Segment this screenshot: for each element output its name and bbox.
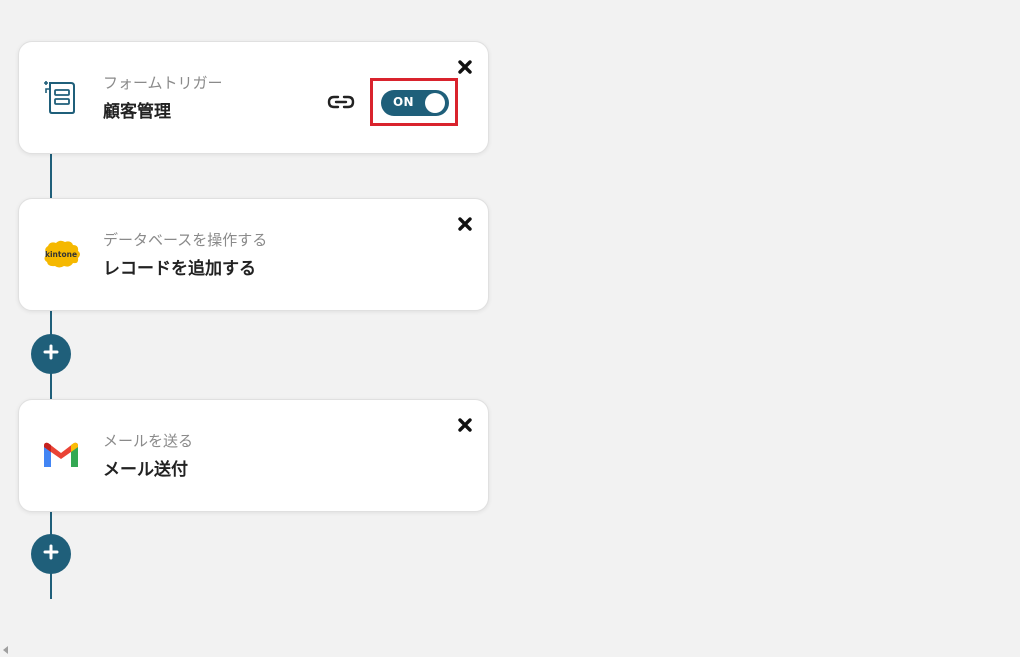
close-icon[interactable]	[456, 215, 474, 233]
step-card-database[interactable]: kintone データベースを操作する レコードを追加する	[18, 198, 489, 311]
step-title: 顧客管理	[103, 102, 171, 122]
add-step-button[interactable]	[31, 334, 71, 374]
kintone-wordmark: kintone	[45, 250, 77, 259]
horizontal-scrollbar[interactable]	[0, 643, 1020, 657]
step-subtitle: フォームトリガー	[103, 74, 223, 92]
step-card-send-mail[interactable]: メールを送る メール送付	[18, 399, 489, 512]
kintone-icon: kintone	[39, 232, 83, 276]
close-icon[interactable]	[456, 58, 474, 76]
flow-connector	[50, 154, 52, 199]
step-subtitle: データベースを操作する	[103, 231, 268, 249]
toggle-label: ON	[393, 95, 414, 109]
link-icon[interactable]	[327, 92, 355, 112]
toggle-knob	[425, 93, 445, 113]
toggle-highlight: ON	[370, 78, 458, 126]
step-title: レコードを追加する	[103, 259, 256, 279]
step-subtitle: メールを送る	[103, 432, 194, 450]
step-title: メール送付	[103, 460, 188, 480]
gmail-icon	[39, 433, 83, 477]
scroll-left-icon[interactable]	[3, 646, 8, 654]
add-step-button[interactable]	[31, 534, 71, 574]
plus-icon	[42, 343, 60, 365]
plus-icon	[42, 543, 60, 565]
form-icon	[39, 75, 83, 119]
step-card-form-trigger[interactable]: フォームトリガー 顧客管理 ON	[18, 41, 489, 154]
close-icon[interactable]	[456, 416, 474, 434]
trigger-toggle[interactable]: ON	[381, 90, 449, 116]
